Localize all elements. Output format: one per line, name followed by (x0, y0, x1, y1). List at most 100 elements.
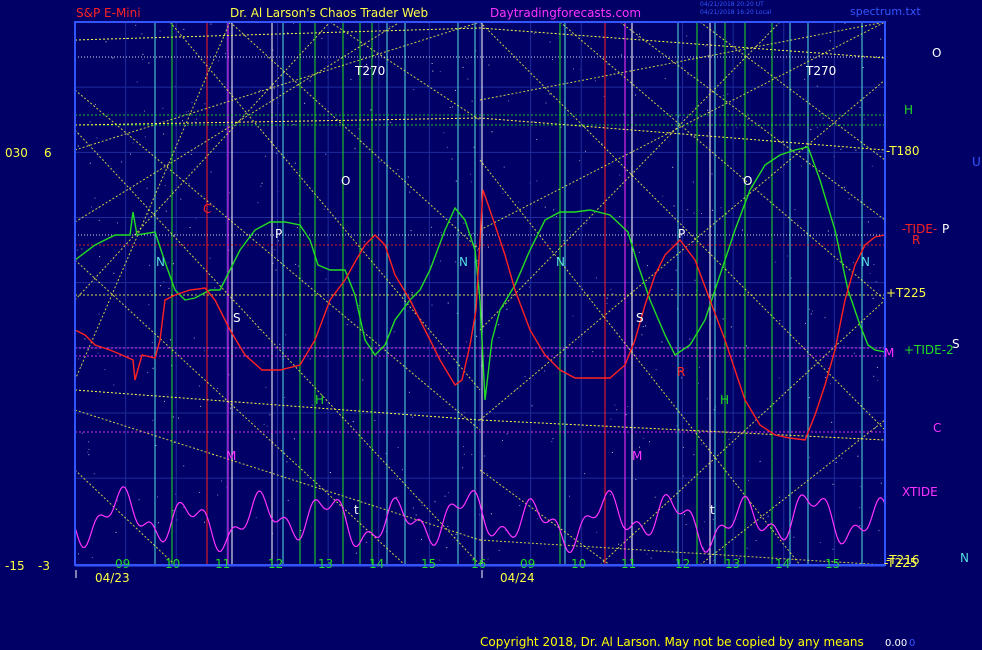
star-dot (396, 496, 398, 498)
right-label: XTIDE (902, 485, 938, 499)
star-dot (354, 147, 356, 149)
star-dot (611, 452, 613, 453)
star-dot (693, 454, 695, 456)
star-dot (443, 132, 445, 134)
star-dot (448, 492, 449, 494)
star-dot (518, 201, 520, 203)
chart-annotation: T270 (805, 64, 836, 78)
star-dot (410, 230, 412, 232)
star-dot (230, 407, 232, 409)
star-dot (374, 420, 376, 422)
star-dot (498, 324, 500, 326)
star-dot (874, 427, 876, 429)
star-dot (455, 180, 457, 182)
star-dot (81, 432, 83, 434)
star-dot (87, 451, 89, 453)
star-dot (673, 205, 675, 207)
star-dot (159, 30, 161, 32)
star-dot (809, 456, 811, 458)
star-dot (142, 59, 144, 61)
x-tick-label: 15 (421, 557, 436, 571)
star-dot (199, 385, 200, 387)
star-dot (363, 241, 365, 243)
star-dot (569, 230, 571, 232)
star-dot (170, 339, 172, 341)
star-dot (693, 241, 695, 243)
star-dot (199, 492, 201, 493)
star-dot (853, 352, 855, 354)
star-dot (255, 517, 257, 518)
star-dot (204, 521, 205, 523)
star-dot (149, 264, 151, 266)
star-dot (722, 94, 724, 96)
star-dot (142, 53, 144, 55)
star-dot (188, 183, 190, 185)
star-dot (421, 538, 422, 540)
star-dot (105, 41, 107, 43)
star-dot (286, 461, 288, 463)
readout-value: 0.00 (885, 638, 908, 649)
star-dot (89, 121, 91, 123)
star-dot (585, 223, 587, 225)
star-dot (263, 423, 265, 425)
star-dot (793, 536, 795, 538)
star-dot (620, 54, 622, 56)
star-dot (843, 186, 845, 188)
cross-line (74, 21, 331, 301)
star-dot (385, 453, 387, 455)
star-dot (396, 478, 398, 480)
star-dot (274, 249, 276, 251)
star-dot (502, 439, 503, 441)
star-dot (848, 198, 850, 200)
star-dot (311, 404, 313, 406)
star-dot (812, 310, 813, 312)
star-dot (871, 165, 873, 167)
star-dot (148, 304, 150, 306)
star-dot (528, 286, 530, 288)
star-dot (510, 354, 512, 356)
vertical-time-lines (154, 22, 863, 565)
star-dot (397, 447, 399, 448)
star-dot (203, 350, 205, 352)
star-dot (655, 369, 657, 371)
star-dot (533, 121, 535, 123)
star-dot (746, 547, 748, 549)
star-dot (627, 406, 629, 407)
star-dot (94, 104, 96, 106)
star-dot (701, 213, 702, 214)
star-dot (180, 198, 182, 200)
star-dot (712, 518, 714, 520)
star-dot (163, 133, 165, 135)
star-dot (183, 465, 185, 467)
star-dot (824, 376, 826, 378)
star-dot (859, 106, 861, 108)
star-dot (722, 318, 724, 320)
star-dot (84, 338, 86, 340)
star-dot (584, 473, 586, 475)
star-dot (619, 174, 621, 176)
star-dot (126, 37, 127, 39)
chart-annotation: P (678, 227, 685, 241)
star-dot (872, 297, 874, 299)
star-dot (675, 269, 677, 271)
star-dot (412, 416, 413, 418)
star-dot (711, 209, 713, 211)
star-dot (116, 222, 118, 224)
star-dot (595, 277, 597, 279)
chart-annotation: C (203, 202, 211, 216)
star-dot (642, 437, 644, 439)
cross-line (74, 469, 176, 566)
x-tick-label: 10 (571, 557, 586, 571)
star-dot (563, 240, 565, 242)
star-dot (217, 388, 219, 389)
star-dot (407, 176, 409, 178)
star-dot (412, 507, 414, 509)
star-dot (843, 345, 845, 347)
cross-line (479, 21, 781, 331)
star-dot (113, 384, 115, 386)
chart-annotation: M (226, 449, 236, 463)
star-dot (91, 557, 93, 559)
star-dot (470, 173, 472, 175)
star-dot (859, 525, 861, 527)
x-tick-label: 11 (621, 557, 636, 571)
